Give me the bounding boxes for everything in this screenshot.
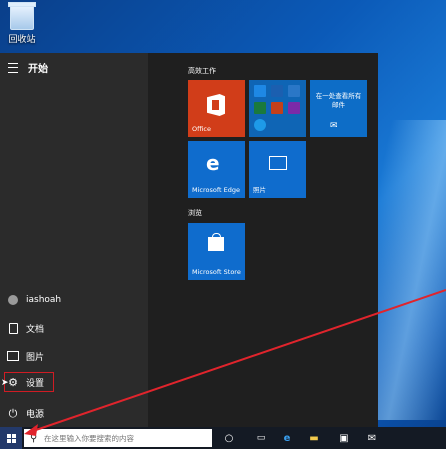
annotation-arrow (24, 289, 446, 436)
